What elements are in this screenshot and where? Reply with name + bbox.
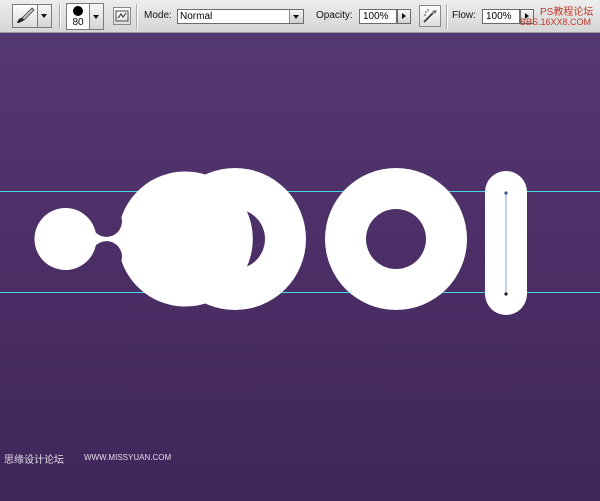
watermark-top-right-url: BBS.16XX8.COM: [520, 17, 592, 27]
path-anchor-point[interactable]: [504, 292, 508, 296]
watermark-top-right: PS教程论坛: [540, 7, 594, 18]
blend-mode-select[interactable]: Normal: [177, 9, 304, 24]
mode-label: Mode:: [144, 10, 172, 21]
path-anchor-point[interactable]: [504, 191, 508, 195]
tool-preset-picker[interactable]: [12, 4, 38, 28]
brush-icon: [17, 7, 35, 23]
tool-options-bar: 80 Mode: Normal Opacity: 100% Flow: 100%…: [0, 0, 600, 33]
airbrush-icon: [423, 9, 437, 23]
brush-palette-icon: [115, 10, 129, 22]
document-canvas[interactable]: 思缘设计论坛 WWW.MISSYUAN.COM: [0, 33, 600, 501]
blend-mode-dropdown-button[interactable]: [289, 10, 303, 23]
flow-label: Flow:: [452, 10, 476, 21]
separator: [446, 4, 447, 29]
brush-preset-dropdown[interactable]: [90, 3, 104, 30]
letter-o-shape: [325, 168, 467, 310]
brush-palette-button[interactable]: [113, 7, 131, 25]
separator: [59, 4, 60, 29]
opacity-slider-button[interactable]: [397, 9, 411, 24]
chevron-down-icon: [93, 15, 99, 19]
photoshop-window: 80 Mode: Normal Opacity: 100% Flow: 100%…: [0, 0, 600, 501]
brush-tip-icon: [73, 6, 83, 16]
chevron-right-icon: [402, 13, 406, 19]
opacity-input[interactable]: 100%: [359, 9, 397, 24]
artwork-layer: [34, 168, 527, 315]
brush-preset-picker[interactable]: 80: [66, 3, 90, 30]
blend-mode-value: Normal: [180, 11, 213, 22]
watermark-bottom-left: 思缘设计论坛: [4, 455, 64, 466]
brush-size-value: 80: [72, 17, 84, 28]
chevron-down-icon: [293, 15, 299, 19]
separator: [136, 4, 137, 29]
opacity-label: Opacity:: [316, 10, 353, 21]
airbrush-toggle[interactable]: [419, 5, 441, 27]
watermark-bottom-left-url: WWW.MISSYUAN.COM: [84, 453, 172, 462]
tool-preset-dropdown[interactable]: [38, 4, 52, 28]
flow-input[interactable]: 100%: [482, 9, 520, 24]
chevron-down-icon: [41, 14, 47, 18]
